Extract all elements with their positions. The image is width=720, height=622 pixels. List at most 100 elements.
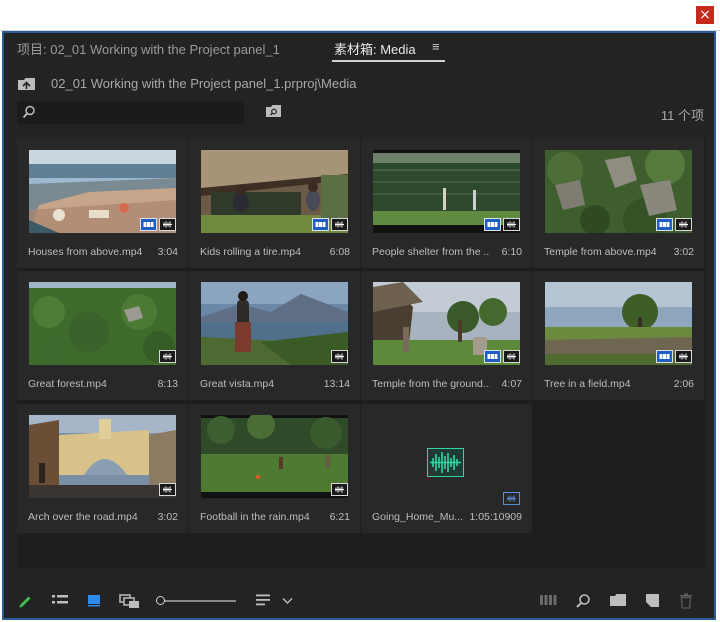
audio-track-icon	[331, 483, 348, 496]
active-tab-indicator	[332, 60, 445, 62]
clip-name: Arch over the road.mp4	[28, 511, 138, 523]
tab-project[interactable]: 项目: 02_01 Working with the Project panel…	[17, 39, 280, 58]
clip-badges	[312, 218, 348, 231]
clip-badges	[140, 218, 176, 231]
audio-track-icon	[331, 218, 348, 231]
tab-bin-media[interactable]: 素材箱: Media	[334, 39, 416, 58]
close-button[interactable]: ×	[696, 6, 714, 24]
clip-thumbnail[interactable]	[201, 150, 348, 233]
clip-thumbnail[interactable]	[545, 150, 692, 233]
clip-name: Kids rolling a tire.mp4	[200, 246, 301, 258]
clip-grid: Houses from above.mp4 3:04 Kids rolling a …	[17, 139, 706, 568]
zoom-slider-handle[interactable]	[156, 596, 165, 605]
panel-menu-icon[interactable]: ≡	[432, 39, 440, 54]
window-titlebar: ×	[0, 0, 720, 31]
automate-sequence-icon[interactable]	[539, 593, 557, 607]
freeform-view-icon[interactable]	[119, 593, 141, 609]
clip-duration: 2:06	[673, 378, 694, 390]
clip-item[interactable]: People shelter from the ... 6:10	[361, 139, 532, 268]
sort-icon[interactable]	[255, 593, 271, 607]
search-icon	[22, 105, 35, 119]
audio-track-icon	[503, 350, 520, 363]
chevron-down-icon[interactable]	[282, 597, 293, 605]
clip-item[interactable]: Temple from above.mp4 3:02	[533, 139, 704, 268]
clip-duration: 6:08	[329, 246, 350, 258]
new-bin-icon[interactable]	[609, 593, 627, 607]
clip-badges	[484, 350, 520, 363]
audio-track-icon	[503, 492, 520, 505]
clip-duration: 6:10	[501, 246, 522, 258]
clip-thumbnail[interactable]	[201, 282, 348, 365]
clip-duration: 3:02	[673, 246, 694, 258]
clip-item[interactable]: Great vista.mp4 13:14	[189, 271, 360, 400]
clip-name: Football in the rain.mp4	[200, 511, 310, 523]
video-track-icon	[140, 218, 157, 231]
clip-thumbnail[interactable]	[29, 415, 176, 498]
clip-item[interactable]: Great forest.mp4 8:13	[17, 271, 188, 400]
clip-badges	[331, 483, 348, 496]
audio-track-icon	[675, 218, 692, 231]
clip-item[interactable]: Kids rolling a tire.mp4 6:08	[189, 139, 360, 268]
audio-track-icon	[675, 350, 692, 363]
clip-thumbnail[interactable]	[373, 282, 520, 365]
clip-badges	[159, 483, 176, 496]
item-count: 11 个项	[660, 108, 704, 123]
search-input[interactable]	[17, 101, 244, 124]
clip-thumbnail[interactable]	[545, 282, 692, 365]
audio-track-icon	[159, 350, 176, 363]
zoom-slider[interactable]	[156, 596, 236, 606]
video-track-icon	[656, 350, 673, 363]
clip-badges	[484, 218, 520, 231]
list-view-icon[interactable]	[51, 593, 69, 607]
clip-badges	[656, 218, 692, 231]
clip-duration: 4:07	[501, 378, 522, 390]
clip-badges	[331, 350, 348, 363]
clip-item[interactable]: Going_Home_Mu... 1:05:10909	[361, 404, 532, 533]
pencil-icon[interactable]	[17, 593, 33, 609]
clip-thumbnail[interactable]	[29, 282, 176, 365]
clip-name: Temple from the ground...	[372, 378, 490, 390]
project-bin-panel: 项目: 02_01 Working with the Project panel…	[2, 31, 716, 620]
find-icon[interactable]	[575, 593, 591, 609]
video-track-icon	[484, 350, 501, 363]
audio-clip-icon	[427, 448, 464, 477]
clip-item[interactable]: Houses from above.mp4 3:04	[17, 139, 188, 268]
video-track-icon	[484, 218, 501, 231]
clip-thumbnail[interactable]	[373, 150, 520, 233]
audio-track-icon	[331, 350, 348, 363]
clip-item[interactable]: Arch over the road.mp4 3:02	[17, 404, 188, 533]
new-search-bin-icon[interactable]	[265, 104, 282, 118]
icon-view-icon[interactable]	[87, 593, 101, 607]
trash-icon[interactable]	[679, 593, 693, 609]
clip-name: Great vista.mp4	[200, 378, 275, 390]
bottom-toolbar	[4, 585, 714, 617]
new-item-icon[interactable]	[645, 593, 660, 608]
clip-name: Houses from above.mp4	[28, 246, 143, 258]
clip-duration: 3:02	[157, 511, 178, 523]
audio-track-icon	[159, 218, 176, 231]
panel-tabs: 项目: 02_01 Working with the Project panel…	[4, 33, 714, 63]
clip-duration: 13:14	[323, 378, 350, 390]
clip-duration: 3:04	[157, 246, 178, 258]
clip-item[interactable]: Temple from the ground... 4:07	[361, 271, 532, 400]
clip-duration: 1:05:10909	[469, 511, 522, 523]
clip-thumbnail[interactable]	[29, 150, 176, 233]
video-track-icon	[656, 218, 673, 231]
bin-path: 02_01 Working with the Project panel_1.p…	[51, 76, 357, 91]
clip-duration: 6:21	[329, 511, 350, 523]
clip-badges	[159, 350, 176, 363]
clip-name: Tree in a field.mp4	[544, 378, 631, 390]
folder-up-icon[interactable]	[17, 77, 36, 91]
clip-duration: 8:13	[157, 378, 178, 390]
audio-track-icon	[503, 218, 520, 231]
zoom-slider-track	[156, 600, 236, 602]
clip-badges	[656, 350, 692, 363]
clip-item[interactable]: Football in the rain.mp4 6:21	[189, 404, 360, 533]
audio-track-icon	[159, 483, 176, 496]
bin-path-row: 02_01 Working with the Project panel_1.p…	[4, 71, 714, 95]
clip-name: People shelter from the ...	[372, 246, 490, 258]
clip-name: Temple from above.mp4	[544, 246, 657, 258]
clip-thumbnail[interactable]	[201, 415, 348, 498]
clip-name: Great forest.mp4	[28, 378, 107, 390]
clip-item[interactable]: Tree in a field.mp4 2:06	[533, 271, 704, 400]
